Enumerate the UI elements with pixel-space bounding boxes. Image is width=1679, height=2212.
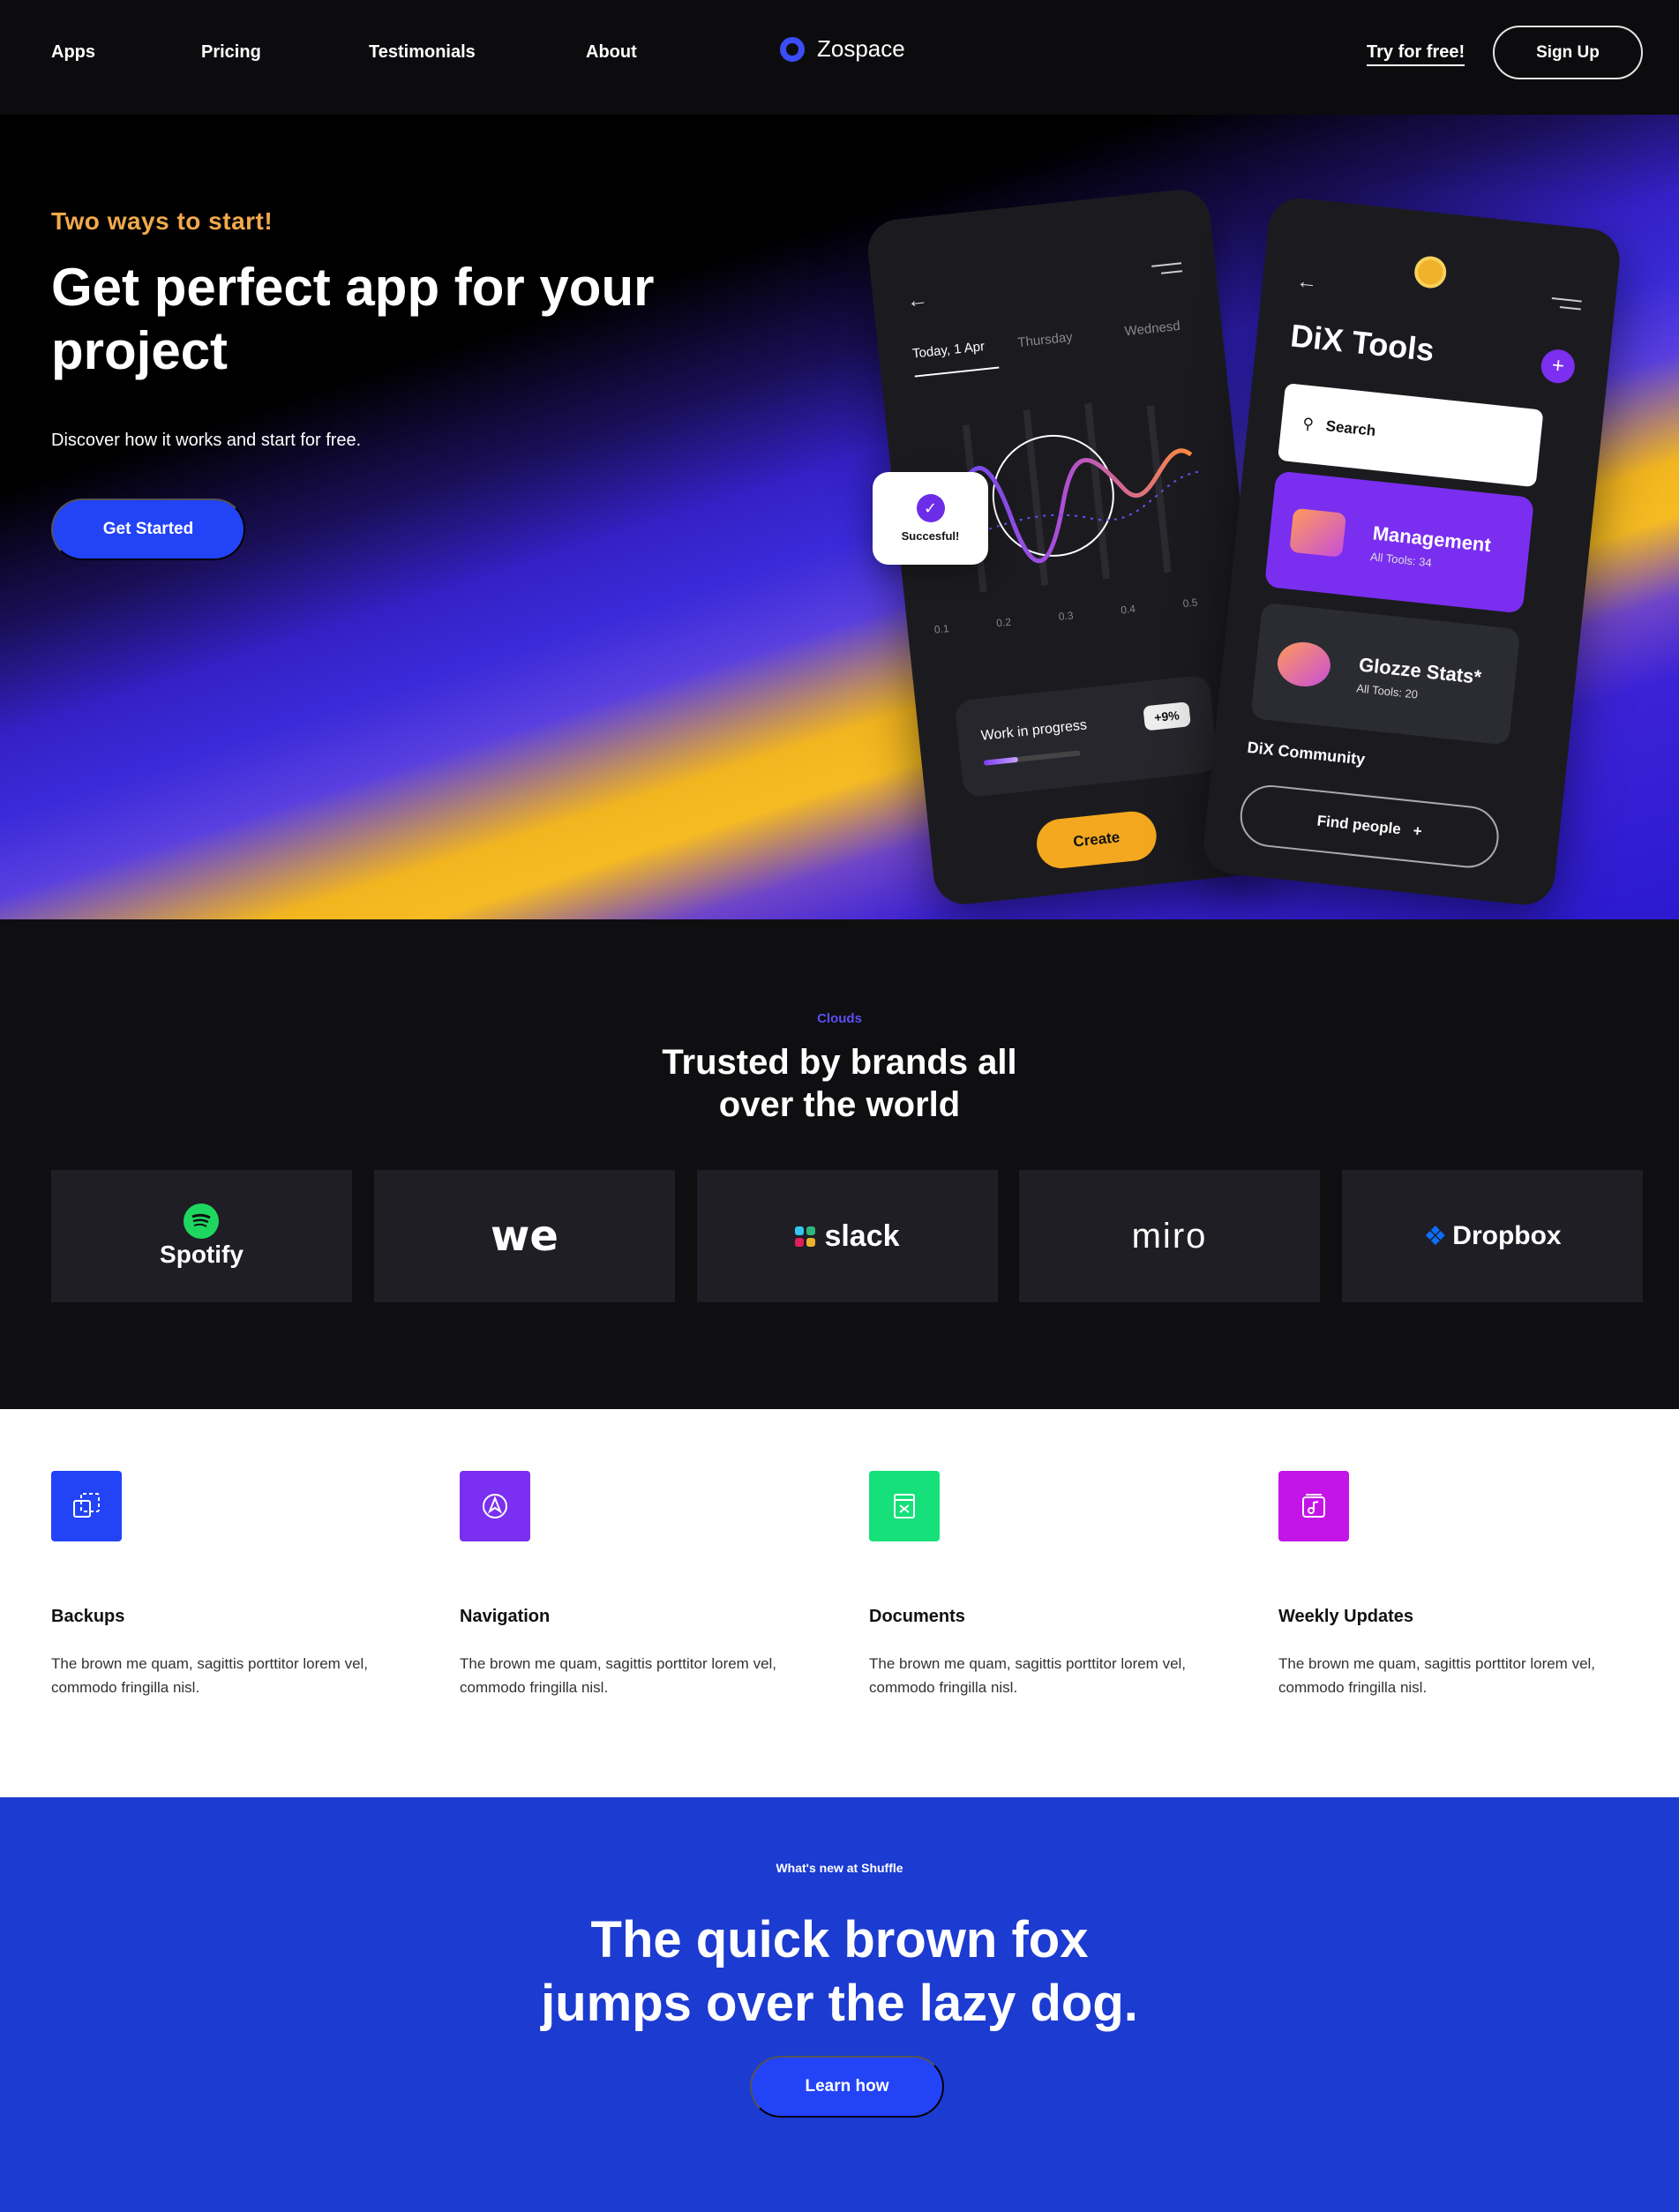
news-title-line2: jumps over the lazy dog. xyxy=(541,1975,1138,2032)
feature-text: The brown me quam, sagittis porttitor lo… xyxy=(1278,1655,1596,1696)
news-title-line1: The quick brown fox xyxy=(590,1911,1089,1968)
feature-title: Navigation xyxy=(460,1607,551,1626)
logo-slack: slack xyxy=(697,1170,998,1302)
donut-icon xyxy=(1275,639,1333,689)
check-icon: ✓ xyxy=(916,494,945,522)
phone-mockup-tools: ← DiX Tools + ⚲ Search Management All To… xyxy=(1200,195,1623,908)
nav-link-pricing[interactable]: Pricing xyxy=(201,42,261,63)
tool-card-glozze-stats: Glozze Stats* All Tools: 20 xyxy=(1250,602,1521,746)
day-tab-thursday: Thursday xyxy=(1016,329,1074,351)
features-section: Backups The brown me quam, sagittis port… xyxy=(0,1409,1679,1797)
wip-label: Work in progress xyxy=(979,717,1088,744)
brand-ring-icon xyxy=(780,36,805,62)
wip-progress-bar xyxy=(983,750,1081,766)
search-icon: ⚲ xyxy=(1301,415,1315,433)
feature-text: The brown me quam, sagittis porttitor lo… xyxy=(51,1655,369,1696)
news-title: The quick brown fox jumps over the lazy … xyxy=(0,1908,1679,2036)
tool-card-management: Management All Tools: 34 xyxy=(1263,470,1535,614)
feature-text: The brown me quam, sagittis porttitor lo… xyxy=(869,1655,1187,1696)
feature-documents: Documents The brown me quam, sagittis po… xyxy=(869,1471,1240,1699)
dropbox-wordmark: Dropbox xyxy=(1452,1221,1562,1250)
create-button[interactable]: Create xyxy=(1034,808,1159,871)
tool-card-count: All Tools: 20 xyxy=(1355,681,1419,701)
back-arrow-icon: ← xyxy=(1294,268,1319,296)
whats-new-section: What's new at Shuffle The quick brown fo… xyxy=(0,1797,1679,2212)
feature-title: Weekly Updates xyxy=(1278,1607,1414,1626)
brand-name: Zospace xyxy=(817,35,905,62)
back-arrow-icon: ← xyxy=(905,287,930,313)
cubes-icon xyxy=(1289,507,1347,558)
feature-title: Backups xyxy=(51,1607,125,1626)
community-heading: DiX Community xyxy=(1246,738,1367,769)
find-people-label: Find people xyxy=(1315,812,1402,838)
chart-tick: 0.5 xyxy=(1181,596,1199,611)
search-box: ⚲ Search xyxy=(1277,383,1544,488)
nav-link-about[interactable]: About xyxy=(586,42,637,63)
top-navigation: Apps Pricing Testimonials About Zospace … xyxy=(0,0,1679,115)
chart-tick: 0.3 xyxy=(1058,609,1075,623)
chart-tick: 0.2 xyxy=(995,615,1012,630)
tool-card-count: All Tools: 34 xyxy=(1369,550,1433,570)
brands-title-line2: over the world xyxy=(718,1085,961,1124)
news-kicker: What's new at Shuffle xyxy=(776,1861,903,1875)
hero-section: Two ways to start! Get perfect app for y… xyxy=(0,115,1679,919)
nav-link-apps[interactable]: Apps xyxy=(51,42,95,63)
work-in-progress-card: Work in progress +9% xyxy=(954,674,1219,799)
add-icon: + xyxy=(1539,348,1577,386)
plus-icon: + xyxy=(1412,821,1423,840)
feature-weekly-updates: Weekly Updates The brown me quam, sagitt… xyxy=(1278,1471,1649,1699)
tools-title: DiX Tools xyxy=(1288,317,1436,369)
success-toast: ✓ Succesful! xyxy=(873,472,988,565)
hero-kicker: Two ways to start! xyxy=(51,207,274,235)
slack-wordmark: slack xyxy=(824,1218,900,1253)
hero-title: Get perfect app for your project xyxy=(51,258,655,380)
dropbox-icon: ❖ xyxy=(1423,1221,1448,1251)
active-day-underline xyxy=(914,366,1000,378)
spotify-wordmark: Spotify xyxy=(160,1241,244,1268)
music-icon xyxy=(1278,1471,1349,1541)
success-label: Succesful! xyxy=(901,529,960,543)
brands-title-line1: Trusted by brands all xyxy=(662,1043,1017,1082)
get-started-button[interactable]: Get Started xyxy=(51,499,245,560)
day-tab-wednesday: Wednesd xyxy=(1123,318,1181,340)
sign-up-button[interactable]: Sign Up xyxy=(1493,26,1643,79)
brands-kicker: Clouds xyxy=(817,1011,862,1026)
feature-navigation: Navigation The brown me quam, sagittis p… xyxy=(460,1471,830,1699)
slack-icon xyxy=(795,1226,816,1247)
nav-link-testimonials[interactable]: Testimonials xyxy=(369,42,476,63)
document-icon xyxy=(869,1471,940,1541)
logo-dropbox: ❖ Dropbox xyxy=(1342,1170,1643,1302)
wip-progress-fill xyxy=(983,756,1018,766)
day-tab-today: Today, 1 Apr xyxy=(911,339,986,362)
chart-tick: 0.4 xyxy=(1120,602,1136,617)
brands-section: Clouds Trusted by brands all over the wo… xyxy=(0,919,1679,1409)
try-for-free-link[interactable]: Try for free! xyxy=(1367,42,1465,66)
hero-subtitle: Discover how it works and start for free… xyxy=(51,431,362,450)
coin-icon xyxy=(1413,254,1448,290)
feature-text: The brown me quam, sagittis porttitor lo… xyxy=(460,1655,777,1696)
navigation-icon xyxy=(460,1471,530,1541)
logo-we: we xyxy=(374,1170,675,1302)
spotify-icon xyxy=(184,1203,220,1239)
feature-title: Documents xyxy=(869,1607,965,1626)
chart-tick: 0.1 xyxy=(933,622,950,636)
search-label: Search xyxy=(1324,417,1377,439)
wip-badge: +9% xyxy=(1142,701,1191,731)
logo-spotify: Spotify xyxy=(51,1170,352,1302)
find-people-pill: Find people + xyxy=(1237,782,1503,871)
feature-backups: Backups The brown me quam, sagittis port… xyxy=(51,1471,422,1699)
backup-icon xyxy=(51,1471,122,1541)
learn-how-button[interactable]: Learn how xyxy=(750,2056,944,2118)
brands-title: Trusted by brands all over the world xyxy=(0,1041,1679,1126)
logo-miro: miro xyxy=(1019,1170,1320,1302)
menu-icon xyxy=(1151,262,1183,281)
menu-icon xyxy=(1550,297,1582,316)
brand-logo[interactable]: Zospace xyxy=(780,35,905,63)
